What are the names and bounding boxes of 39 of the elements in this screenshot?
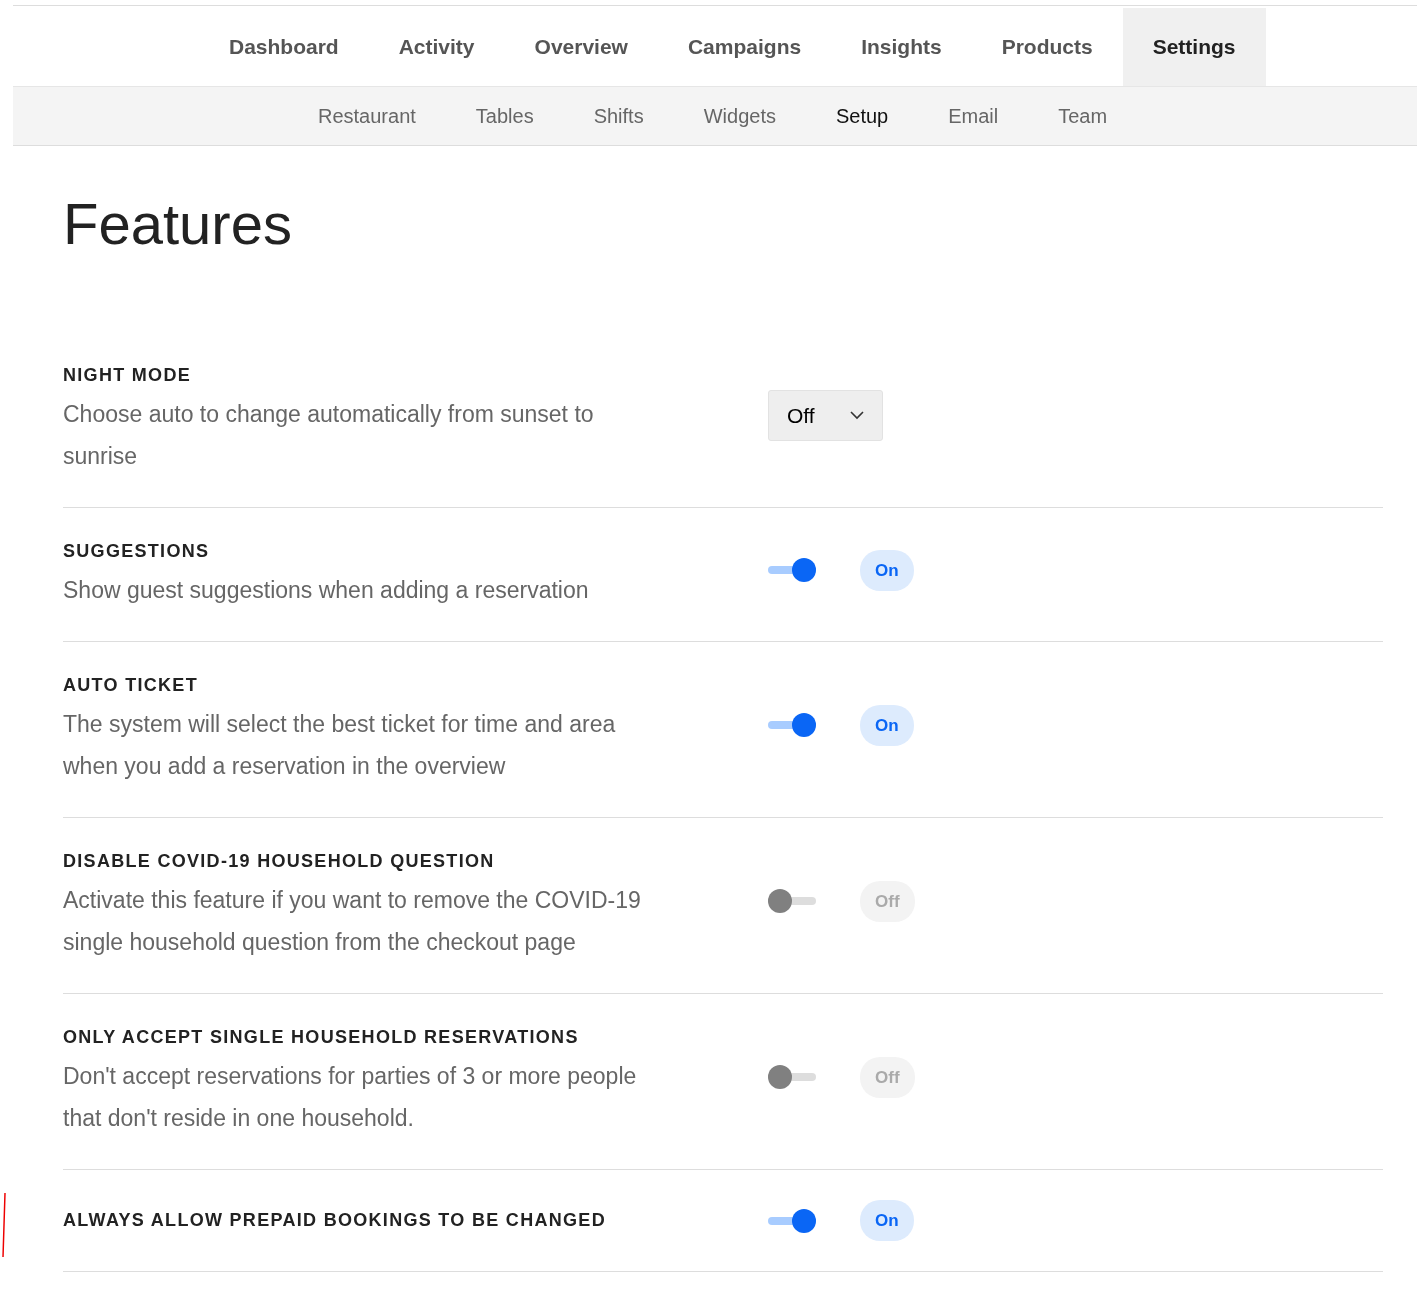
chevron-down-icon bbox=[850, 410, 864, 420]
feature-title: SUGGESTIONS bbox=[63, 539, 211, 563]
nav-tab[interactable]: Insights bbox=[831, 8, 972, 86]
status-pill: On bbox=[860, 1199, 914, 1242]
feature-title: ONLY ACCEPT SINGLE HOUSEHOLD RESERVATIONS bbox=[63, 1025, 580, 1049]
nav-tab[interactable]: Activity bbox=[368, 8, 505, 86]
feature-title: DISABLE COVID-19 HOUSEHOLD QUESTION bbox=[63, 849, 496, 873]
status-pill: On bbox=[860, 549, 914, 592]
subnav-tab[interactable]: Team bbox=[1028, 101, 1138, 131]
feature-title: AUTO TICKET bbox=[63, 673, 199, 697]
subnav-tab[interactable]: Tables bbox=[445, 101, 564, 131]
toggle-switch[interactable] bbox=[768, 558, 816, 583]
feature-title: ALWAYS ALLOW PREPAID BOOKINGS TO BE CHANGED bbox=[63, 1209, 607, 1233]
feature-description: Choose auto to change automatically from sunset to sunrise bbox=[63, 399, 595, 471]
toggle-switch[interactable] bbox=[768, 1208, 816, 1233]
subnav-tab[interactable]: Setup bbox=[805, 101, 919, 131]
dropdown[interactable]: Off bbox=[768, 389, 883, 442]
status-pill: Off bbox=[860, 880, 915, 923]
status-pill: On bbox=[860, 704, 914, 747]
toggle-switch[interactable] bbox=[768, 889, 816, 914]
status-pill: Off bbox=[860, 1056, 915, 1099]
feature-description: Don't accept reservations for parties of 3 or more people that don't reside in one household. bbox=[63, 1061, 638, 1133]
nav-tab[interactable]: Dashboard bbox=[199, 8, 369, 86]
feature-title: NIGHT MODE bbox=[63, 363, 192, 387]
nav-tab[interactable]: Settings bbox=[1122, 8, 1266, 86]
subnav-tab[interactable]: Shifts bbox=[563, 101, 674, 131]
nav-tab[interactable]: Campaigns bbox=[657, 8, 832, 86]
feature-description: The system will select the best ticket for time and area when you add a reservation in the overview bbox=[63, 709, 617, 781]
subnav-tab[interactable]: Email bbox=[918, 101, 1029, 131]
subnav-tab[interactable]: Restaurant bbox=[288, 101, 446, 131]
toggle-switch[interactable] bbox=[768, 713, 816, 738]
nav-tab[interactable]: Overview bbox=[504, 8, 658, 86]
feature-description: Activate this feature if you want to remove the COVID-19 single household question from the checkout page bbox=[63, 885, 642, 957]
subnav-tab[interactable]: Widgets bbox=[673, 101, 806, 131]
annotation-mark bbox=[1, 1191, 7, 1259]
page-title: Features bbox=[63, 192, 293, 256]
nav-tab[interactable]: Products bbox=[971, 8, 1123, 86]
toggle-switch[interactable] bbox=[768, 1065, 816, 1090]
feature-description: Show guest suggestions when adding a reservation bbox=[63, 575, 590, 605]
